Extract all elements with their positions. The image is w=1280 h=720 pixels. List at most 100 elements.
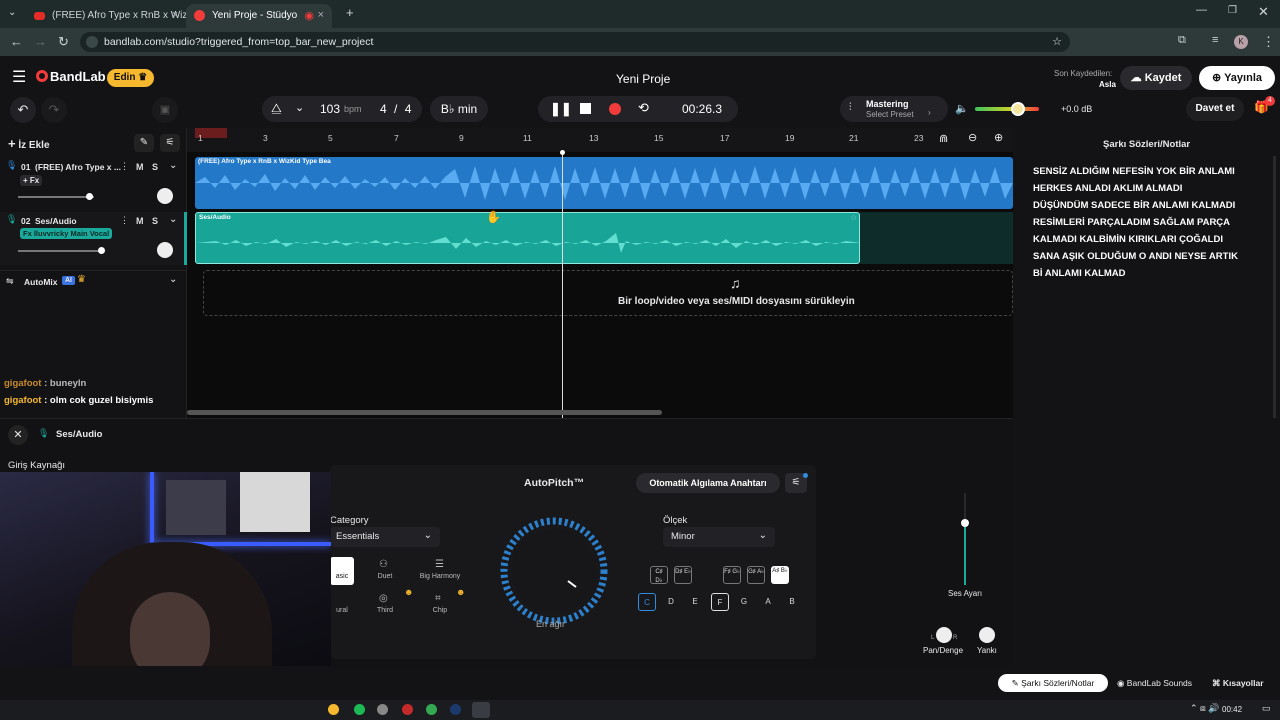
mute-button[interactable]: M [136, 216, 144, 226]
save-button[interactable]: ☁ Kaydet [1120, 66, 1192, 90]
loop-icon[interactable]: ⟲ [638, 100, 649, 116]
bpm-value[interactable]: 103 [320, 102, 340, 116]
track-name[interactable]: Ses/Audio [35, 216, 77, 226]
speaker-icon[interactable]: 🔈 [955, 102, 969, 115]
fader-thumb[interactable] [961, 519, 969, 527]
autopitch-strength-knob[interactable] [496, 515, 616, 625]
timeline-ruler[interactable]: 1 3 5 7 9 11 13 15 17 19 21 23 ⋒ ⊖ ⊕ [187, 128, 1013, 152]
track-volume-slider[interactable] [18, 247, 105, 254]
close-window-icon[interactable]: ✕ [1258, 4, 1269, 20]
master-volume-slider[interactable] [975, 102, 1039, 116]
track-settings-icon[interactable]: ⚟ [160, 134, 180, 152]
undo-button[interactable]: ↶ [10, 97, 36, 123]
metronome-dropdown-icon[interactable]: ⌄ [295, 101, 304, 114]
key-g-sharp[interactable]: G♯ A♭ [747, 566, 765, 584]
redo-button[interactable]: ↷ [41, 97, 67, 123]
tab-youtube[interactable]: (FREE) Afro Type x RnB x WizKid × [26, 4, 186, 28]
pan-knob[interactable] [936, 627, 952, 643]
pan-knob[interactable] [157, 242, 173, 258]
edit-membership-button[interactable]: Edin ♛ [107, 69, 154, 87]
track-row-2[interactable]: 🎙 02 Ses/Audio ⋮ M S ⌄ Fx lluvvricky Mai… [0, 212, 187, 265]
back-icon[interactable]: ← [10, 34, 23, 49]
preset-third[interactable]: ◎ Third [364, 591, 406, 619]
tab-list-icon[interactable]: ⌄ [8, 7, 16, 18]
reload-icon[interactable]: ↻ [58, 34, 69, 50]
automix-row[interactable]: ⇋ AutoMix AI ♛ ⌄ [0, 270, 187, 292]
close-tab-icon[interactable]: × [318, 9, 324, 21]
key-e[interactable]: E [686, 593, 704, 611]
track-volume-slider[interactable] [18, 193, 94, 200]
key-selector[interactable]: B♭ min [430, 96, 488, 122]
audio-clip-vocal[interactable]: Ses/Audio ◌ [195, 212, 861, 264]
record-icon[interactable] [609, 103, 621, 115]
playhead-handle[interactable] [560, 150, 565, 155]
preset-natural[interactable]: ural [330, 591, 354, 619]
chrome-icon[interactable] [472, 702, 490, 718]
taskbar-app-icon[interactable] [377, 704, 388, 715]
pan-knob[interactable] [157, 188, 173, 204]
key-c[interactable]: C [638, 593, 656, 611]
hamburger-menu-icon[interactable]: ☰ [12, 67, 26, 87]
slider-thumb[interactable] [1011, 102, 1025, 116]
invite-button[interactable]: Davet et [1186, 97, 1244, 121]
bookmark-star-icon[interactable]: ☆ [1052, 35, 1062, 48]
playhead[interactable] [560, 150, 565, 418]
volume-fader[interactable] [961, 493, 969, 585]
category-select[interactable]: Essentials ⌄ [330, 527, 440, 547]
steam-icon[interactable] [450, 704, 461, 715]
extensions-icon[interactable]: ⧉ [1178, 34, 1186, 47]
spotify-icon[interactable] [354, 704, 365, 715]
key-g[interactable]: G [735, 593, 753, 611]
preset-chip[interactable]: ⌗ Chip [416, 591, 464, 619]
system-tray-icon[interactable]: ⌃ ⧈ 🔊 [1190, 703, 1219, 714]
solo-button[interactable]: S [152, 216, 158, 226]
taskbar-app-icon[interactable] [328, 704, 339, 715]
media-control-icon[interactable]: ≡ [1212, 34, 1218, 46]
arrangement-view[interactable]: 1 3 5 7 9 11 13 15 17 19 21 23 ⋒ ⊖ ⊕ (FR… [187, 128, 1013, 418]
mute-button[interactable]: M [136, 162, 144, 172]
chevron-down-icon[interactable]: ⌄ [169, 274, 177, 285]
shortcuts-tab[interactable]: ⌘ Kısayollar [1212, 678, 1264, 689]
zoom-in-icon[interactable]: ⊕ [994, 131, 1003, 144]
chevron-down-icon[interactable]: ⌄ [169, 160, 177, 171]
preset-big-harmony[interactable]: ☰ Big Harmony [416, 557, 464, 585]
snap-magnet-icon[interactable]: ⋒ [939, 132, 948, 145]
project-title[interactable]: Yeni Proje [616, 72, 670, 86]
audio-clip-beat[interactable]: (FREE) Afro Type x RnB x WizKid Type Bea [195, 157, 1013, 209]
auto-detect-key-button[interactable]: Otomatik Algılama Anahtarı [636, 473, 780, 493]
horizontal-scrollbar[interactable] [187, 410, 662, 415]
add-track-button[interactable]: + İz Ekle [8, 136, 50, 151]
profile-avatar[interactable]: K [1234, 35, 1248, 49]
chrome-icon[interactable] [426, 704, 437, 715]
notification-icon[interactable]: ▭ [1262, 703, 1271, 714]
key-b[interactable]: B [783, 593, 801, 611]
close-tab-icon[interactable]: × [172, 9, 178, 21]
time-signature[interactable]: 4 / 4 [380, 102, 411, 116]
key-a[interactable]: A [759, 593, 777, 611]
menu-dots-icon[interactable]: ⋮ [1262, 34, 1275, 50]
pause-icon[interactable]: ❚❚ [550, 101, 572, 117]
key-c-sharp[interactable]: C♯ D♭ [650, 566, 668, 584]
track-menu-icon[interactable]: ⋮ [120, 215, 129, 226]
track-name[interactable]: (FREE) Afro Type x ... [35, 162, 121, 172]
close-editor-icon[interactable]: ✕ [8, 425, 28, 445]
taskbar-app-icon[interactable] [402, 704, 413, 715]
url-field[interactable]: bandlab.com/studio?triggered_from=top_ba… [80, 32, 1070, 52]
key-a-sharp[interactable]: A♯ B♭ [771, 566, 789, 584]
zoom-out-icon[interactable]: ⊖ [968, 131, 977, 144]
save-project-icon[interactable]: ▣ [152, 97, 178, 123]
key-d[interactable]: D [662, 593, 680, 611]
preset-duet[interactable]: ⚇ Duet [364, 557, 406, 585]
bandlab-sounds-tab[interactable]: ◉ BandLab Sounds [1117, 678, 1192, 689]
fx-preset-badge[interactable]: Fx lluvvricky Main Vocal [20, 228, 113, 239]
scale-select[interactable]: Minor ⌄ [663, 527, 775, 547]
new-tab-icon[interactable]: + [346, 5, 354, 20]
site-info-icon[interactable] [86, 36, 98, 48]
echo-knob[interactable] [979, 627, 995, 643]
key-f[interactable]: F [711, 593, 729, 611]
preset-basic[interactable]: asic [330, 557, 354, 585]
publish-button[interactable]: ⊕ Yayınla [1199, 66, 1275, 90]
pen-tool-icon[interactable]: ✎ [134, 134, 154, 152]
forward-icon[interactable]: → [34, 34, 47, 49]
slider-thumb[interactable] [98, 247, 105, 254]
